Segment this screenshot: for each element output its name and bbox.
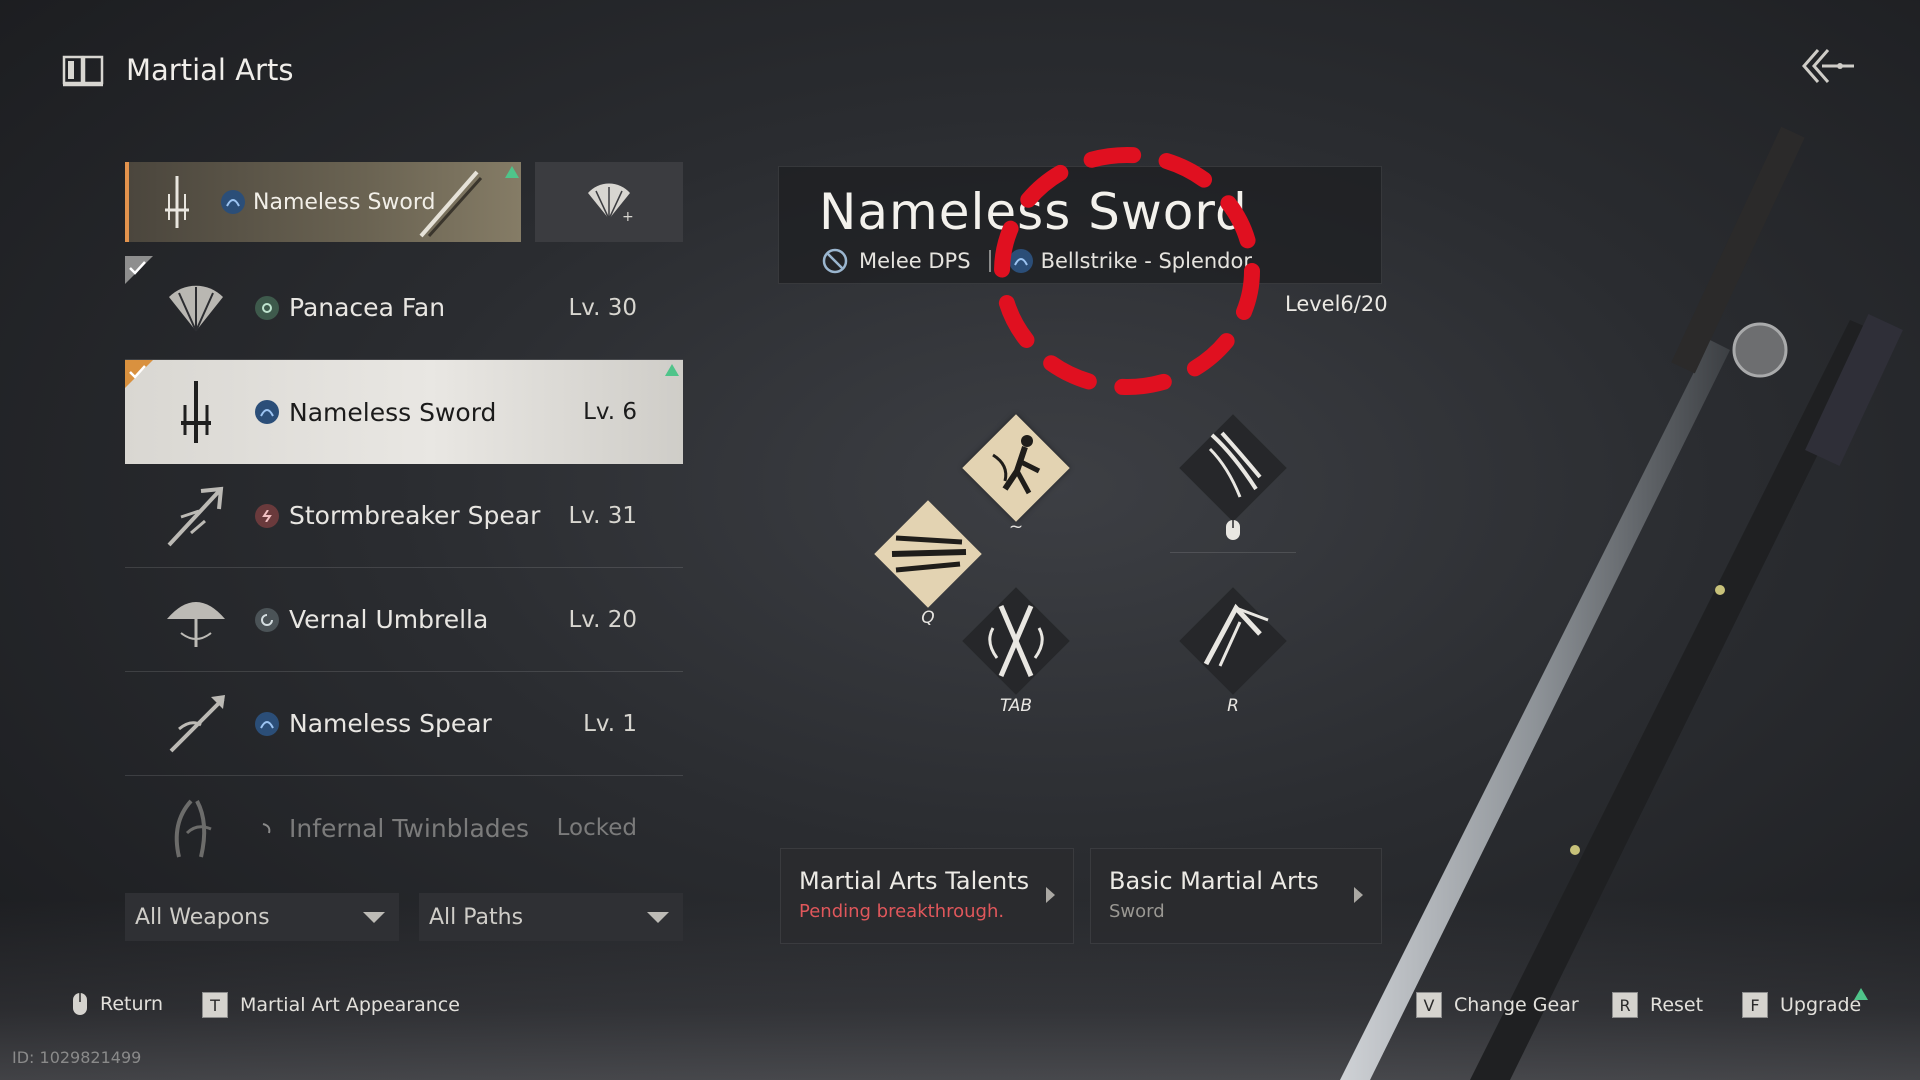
twinblades-icon — [174, 799, 212, 858]
skill-r-key: R — [1227, 696, 1239, 716]
appearance-label: Martial Art Appearance — [240, 994, 460, 1016]
weapon-row-infernal-twinblades[interactable]: Infernal Twinblades Locked — [125, 776, 683, 880]
skill-divider — [1170, 552, 1296, 553]
paths-filter-dropdown[interactable]: All Paths — [419, 893, 683, 941]
martial-arts-talents-button[interactable]: Martial Arts Talents Pending breakthroug… — [780, 848, 1074, 944]
equipped-row: Nameless Sword + — [125, 162, 683, 242]
equipped-weapon-slot[interactable]: Nameless Sword — [125, 162, 521, 242]
weapon-row-stormbreaker-spear[interactable]: Stormbreaker Spear Lv. 31 — [125, 464, 683, 568]
sword-icon — [165, 176, 189, 228]
melee-dps-icon — [822, 248, 848, 274]
filters: All Weapons All Paths — [125, 893, 683, 941]
fan-icon — [169, 285, 223, 331]
equipped-weapon-name: Nameless Sword — [253, 189, 436, 215]
bellstrike-path-icon — [255, 711, 279, 736]
weapon-name: Nameless Sword — [289, 397, 497, 427]
weapon-name: Panacea Fan — [289, 293, 446, 322]
reset-label: Reset — [1650, 994, 1704, 1016]
return-hint[interactable]: Return — [72, 992, 163, 1016]
chevron-right-icon — [1046, 887, 1055, 903]
chevron-down-icon — [647, 911, 669, 923]
player-id: ID: 1029821499 — [12, 1048, 142, 1067]
chevron-right-icon — [1354, 887, 1363, 903]
path-icon — [255, 816, 279, 840]
weapon-level: Lv. 6 — [583, 399, 637, 425]
upgrade-indicator-icon — [505, 166, 519, 178]
spear-icon — [167, 486, 224, 546]
weapon-level: Lv. 31 — [568, 502, 637, 529]
claw-slash-icon — [1208, 431, 1262, 498]
weapon-level-progress: Level6/20 — [1285, 292, 1388, 316]
reset-hint[interactable]: R Reset — [1612, 992, 1703, 1018]
mouse-icon — [73, 993, 87, 1015]
v-key: V — [1416, 992, 1442, 1018]
back-arrow-icon[interactable] — [1800, 46, 1856, 86]
chevron-down-icon — [363, 911, 385, 923]
weapons-filter-dropdown[interactable]: All Weapons — [125, 893, 399, 941]
silkbind-path-icon — [255, 607, 279, 632]
checkmark-icon — [125, 256, 153, 284]
blade-icon — [419, 170, 483, 238]
weapon-row-nameless-spear[interactable]: Nameless Spear Lv. 1 — [125, 672, 683, 776]
skill-tab[interactable]: TAB — [953, 578, 1079, 716]
healer-path-icon — [255, 295, 279, 320]
weapons-filter-value: All Weapons — [135, 904, 270, 930]
weapon-level: Lv. 1 — [583, 710, 637, 737]
upgrade-hint[interactable]: F Upgrade — [1742, 992, 1861, 1018]
fan-icon: + — [588, 183, 634, 225]
upgrade-indicator-icon — [665, 364, 679, 376]
spear-icon — [169, 694, 225, 752]
sword-artwork — [1340, 126, 1903, 1080]
weapon-level: Locked — [556, 815, 637, 841]
checkmark-icon — [125, 360, 153, 388]
burst-strike-icon — [1203, 603, 1269, 667]
upgrade-indicator-icon — [1854, 988, 1868, 1000]
sword-icon — [181, 381, 211, 443]
skill-mouse[interactable] — [1170, 405, 1296, 540]
weapon-name: Infernal Twinblades — [289, 813, 530, 843]
weapon-level: Lv. 20 — [568, 606, 637, 633]
weapon-row-vernal-umbrella[interactable]: Vernal Umbrella Lv. 20 — [125, 568, 683, 672]
stonesplit-path-icon — [255, 503, 279, 528]
weapon-name: Vernal Umbrella — [289, 605, 489, 634]
cross-blades-icon — [988, 605, 1044, 677]
skill-tab-key: TAB — [999, 696, 1033, 716]
skill-tilde-key: ~ — [1008, 517, 1024, 537]
role-label: Melee DPS — [859, 249, 971, 273]
weapon-name: Nameless Spear — [289, 709, 492, 738]
weapon-level: Lv. 30 — [568, 294, 637, 321]
skill-q-key: Q — [921, 608, 935, 628]
header: Martial Arts — [62, 48, 293, 92]
talents-title: Martial Arts Talents — [799, 867, 1030, 895]
bellstrike-path-icon — [221, 190, 245, 214]
change-gear-label: Change Gear — [1454, 994, 1579, 1016]
change-gear-hint[interactable]: V Change Gear — [1416, 992, 1579, 1018]
basic-subtitle: Sword — [1109, 901, 1165, 922]
bellstrike-path-icon — [255, 400, 279, 424]
return-label: Return — [100, 993, 164, 1015]
weapon-row-panacea-fan[interactable]: Panacea Fan Lv. 30 — [125, 256, 683, 360]
f-key: F — [1742, 992, 1768, 1018]
t-key: T — [202, 992, 228, 1018]
annotation-circle — [994, 147, 1260, 395]
paths-filter-value: All Paths — [429, 904, 524, 930]
book-icon — [62, 55, 104, 87]
weapon-row-nameless-sword[interactable]: Nameless Sword Lv. 6 — [125, 360, 683, 464]
page-title: Martial Arts — [126, 53, 294, 87]
appearance-hint[interactable]: T Martial Art Appearance — [202, 992, 460, 1018]
basic-martial-arts-button[interactable]: Basic Martial Arts Sword — [1090, 848, 1382, 944]
talents-status: Pending breakthrough. — [799, 901, 1005, 922]
weapon-list: Nameless Sword + Panacea Fan Lv. 30 Name… — [125, 162, 683, 880]
umbrella-icon — [167, 601, 225, 647]
upgrade-label: Upgrade — [1780, 994, 1862, 1016]
mouse-icon — [1226, 520, 1240, 540]
svg-text:+: + — [622, 209, 634, 225]
secondary-weapon-slot[interactable]: + — [535, 162, 683, 242]
r-key: R — [1612, 992, 1638, 1018]
basic-title: Basic Martial Arts — [1109, 867, 1319, 895]
skill-r[interactable]: R — [1170, 578, 1296, 716]
weapon-name: Stormbreaker Spear — [289, 501, 541, 530]
